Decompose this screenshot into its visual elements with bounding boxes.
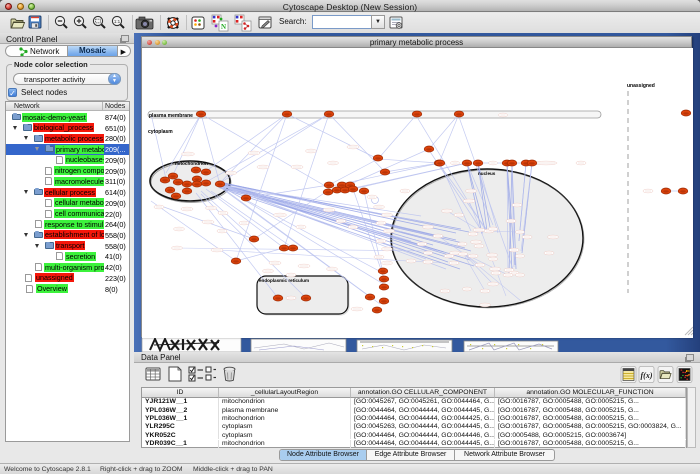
svg-text:endoplasmic reticulum: endoplasmic reticulum	[259, 278, 309, 283]
svg-text:N: N	[221, 23, 226, 31]
svg-text:unassigned: unassigned	[627, 83, 655, 89]
svg-text:cytoplasm: cytoplasm	[148, 129, 173, 135]
svg-text:1:1: 1:1	[114, 19, 121, 24]
svg-text:f(x): f(x)	[641, 371, 653, 380]
svg-text:mitochondrion: mitochondrion	[175, 161, 208, 166]
svg-text:nucleus: nucleus	[478, 171, 496, 176]
svg-text:plasma membrane: plasma membrane	[149, 113, 193, 119]
